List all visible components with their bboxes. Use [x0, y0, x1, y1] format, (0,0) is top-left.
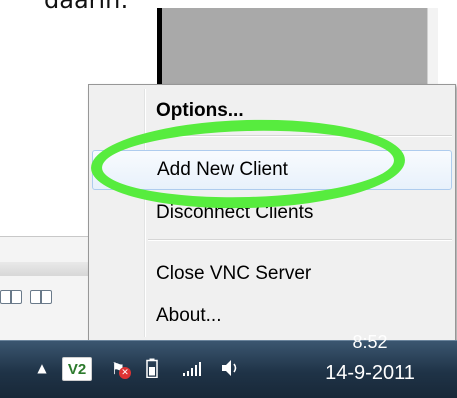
- taskbar-clock[interactable]: 8:52 14-9-2011: [300, 332, 440, 397]
- menu-separator: [148, 135, 452, 137]
- explorer-pane: [0, 236, 92, 341]
- menu-item-disconnect-clients[interactable]: Disconnect Clients: [92, 193, 452, 233]
- menu-item-about[interactable]: About...: [92, 296, 452, 336]
- caption-text: daarin:: [44, 0, 129, 14]
- menu-item-close-vnc-server[interactable]: Close VNC Server: [92, 254, 452, 294]
- vnc-server-icon[interactable]: V2: [62, 357, 92, 381]
- show-hidden-icons-button[interactable]: ▲: [34, 357, 50, 379]
- menu-separator: [148, 239, 452, 241]
- view-details-icon[interactable]: [0, 290, 22, 304]
- explorer-pane-bar: [0, 262, 92, 276]
- action-center-flag-icon[interactable]: ⚑ ✕: [105, 357, 131, 379]
- battery-icon[interactable]: [142, 357, 162, 379]
- network-signal-icon[interactable]: [180, 357, 206, 379]
- menu-item-label: Disconnect Clients: [156, 202, 314, 223]
- menu-item-add-new-client[interactable]: Add New Client: [92, 150, 452, 190]
- menu-item-label: Options...: [156, 100, 244, 121]
- menu-item-options[interactable]: Options...: [92, 91, 452, 131]
- vnc-context-menu: Options... Add New Client Disconnect Cli…: [88, 84, 456, 342]
- menu-item-label: Close VNC Server: [156, 263, 312, 284]
- menu-item-label: Add New Client: [157, 159, 288, 180]
- view-preview-icon[interactable]: [30, 290, 52, 304]
- menu-item-label: About...: [156, 305, 222, 326]
- volume-speaker-icon[interactable]: [218, 357, 244, 379]
- error-x-icon: ✕: [119, 367, 131, 379]
- view-mode-icons: [0, 290, 52, 304]
- clock-time: 8:52: [352, 332, 388, 352]
- clock-date: 14-9-2011: [325, 362, 415, 384]
- vnc-icon-label: V2: [67, 360, 87, 378]
